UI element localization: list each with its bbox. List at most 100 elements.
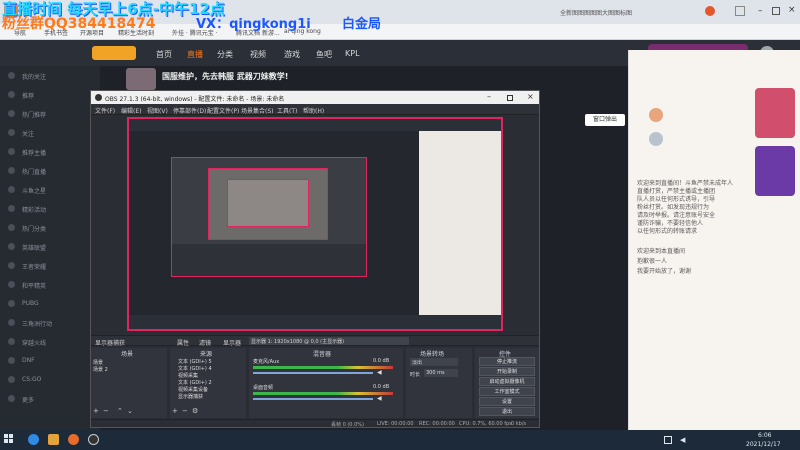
folder-taskbar-icon[interactable] — [48, 434, 59, 445]
source-item[interactable]: 文本 (GDI+) 5 — [178, 358, 212, 365]
rank-avatar — [649, 132, 663, 146]
properties-button[interactable]: 属性 — [177, 338, 189, 347]
sidebar-item-icon — [8, 129, 15, 136]
remove-source-icon[interactable]: − — [182, 407, 188, 415]
menu-help[interactable]: 帮助(H) — [303, 106, 324, 115]
popout-window-button[interactable]: 窗口弹出 — [585, 114, 625, 126]
stop-streaming-button[interactable]: 停止推流 — [479, 357, 535, 366]
volume-icon[interactable]: ◀ — [680, 436, 685, 444]
studio-mode-button[interactable]: 工作室模式 — [479, 387, 535, 396]
sidebar-item[interactable]: 热门推荐 — [22, 110, 46, 119]
move-up-icon[interactable]: ⌃ — [117, 407, 123, 415]
obs-preview[interactable] — [127, 117, 503, 331]
sidebar-item[interactable]: 我的关注 — [22, 72, 46, 81]
chat-message: 我要开始放了，谢谢 — [637, 268, 692, 275]
source-item[interactable]: 视频采集 — [178, 372, 198, 379]
sidebar-item[interactable]: 穿越火线 — [22, 338, 46, 347]
obs-taskbar-icon[interactable] — [88, 434, 99, 445]
menu-profile[interactable]: 配置文件(P) — [207, 106, 239, 115]
volume-slider[interactable] — [253, 398, 373, 400]
sidebar-item[interactable]: 更多 — [22, 395, 34, 404]
source-item[interactable]: 文本 (GDI+) 2 — [178, 379, 212, 386]
clock-time[interactable]: 6:06 — [758, 432, 771, 439]
sidebar-item[interactable]: 推荐 — [22, 91, 34, 100]
sidebar-item[interactable]: 精彩活动 — [22, 205, 46, 214]
notification-icon[interactable] — [705, 6, 715, 16]
menu-tools[interactable]: 工具(T) — [277, 106, 297, 115]
browser-taskbar-icon[interactable] — [28, 434, 39, 445]
site-logo[interactable] — [92, 46, 136, 60]
clock-date[interactable]: 2021/12/17 — [746, 441, 781, 448]
menu-docks[interactable]: 停靠部件(D) — [173, 106, 206, 115]
source-settings-icon[interactable]: ⚙ — [192, 407, 198, 415]
obs-close-icon[interactable]: × — [527, 92, 534, 101]
filters-button[interactable]: 滤镜 — [199, 338, 211, 347]
display-select[interactable]: 显示器 1: 1920x1080 @ 0,0 (主显示器) — [249, 337, 409, 345]
menu-edit[interactable]: 编辑(E) — [121, 106, 141, 115]
remove-scene-icon[interactable]: − — [103, 407, 109, 415]
sidebar-item[interactable]: 和平精英 — [22, 281, 46, 290]
start-recording-button[interactable]: 开始录制 — [479, 367, 535, 376]
sidebar-item[interactable]: 王者荣耀 — [22, 262, 46, 271]
gift-promo[interactable] — [755, 88, 795, 138]
obs-status-bar: 丢帧 0 (0.0%) LIVE: 00:00:00 REC: 00:00:00… — [91, 419, 539, 428]
settings-button[interactable]: 设置 — [479, 397, 535, 406]
nav-home[interactable]: 首页 — [156, 49, 172, 60]
obs-maximize-icon[interactable] — [507, 95, 513, 101]
source-item[interactable]: 视频采集设备 — [178, 386, 208, 393]
nav-yuba[interactable]: 鱼吧 — [316, 49, 332, 60]
chat-header — [637, 68, 747, 80]
menu-file[interactable]: 文件(F) — [95, 106, 115, 115]
sidebar-item[interactable]: CS:GO — [22, 376, 41, 383]
duration-input[interactable]: 300 ms — [424, 369, 458, 377]
cpu-usage: CPU: 0.7%, 60.00 fps — [459, 421, 512, 427]
nav-category[interactable]: 分类 — [217, 49, 233, 60]
speaker-icon[interactable]: ◀ — [377, 395, 382, 402]
sidebar-item[interactable]: 关注 — [22, 129, 34, 138]
nav-live[interactable]: 直播 — [187, 49, 203, 60]
scenes-dock: 场景 场景 场景 2 + − ⌃ ⌄ — [91, 348, 167, 418]
app-taskbar-icon[interactable] — [68, 434, 79, 445]
virtual-camera-button[interactable]: 启动虚拟摄像机 — [479, 377, 535, 386]
add-scene-icon[interactable]: + — [93, 407, 99, 415]
sidebar-item[interactable]: PUBG — [22, 300, 39, 307]
sidebar-item[interactable]: 斗鱼之星 — [22, 186, 46, 195]
sidebar-item[interactable]: 热门直播 — [22, 167, 46, 176]
sidebar-item[interactable]: 三角洲行动 — [22, 319, 52, 328]
windows-start-icon[interactable] — [4, 434, 14, 444]
network-icon[interactable] — [664, 436, 672, 444]
controls-dock: 控件 停止推流 开始录制 启动虚拟摄像机 工作室模式 设置 退出 — [475, 348, 539, 418]
sidebar-item[interactable]: DNF — [22, 357, 35, 364]
nav-kpl[interactable]: KPL — [345, 49, 360, 58]
scene-item[interactable]: 场景 2 — [93, 366, 108, 373]
gift-promo[interactable] — [755, 146, 795, 196]
sidebar-item[interactable]: 英雄联盟 — [22, 243, 46, 252]
scene-item[interactable]: 场景 — [93, 359, 103, 366]
menu-scene-collection[interactable]: 场景集合(S) — [241, 106, 274, 115]
source-item[interactable]: 显示器捕获 — [178, 393, 203, 400]
minimize-icon[interactable]: – — [758, 6, 763, 16]
sidebar-item-icon — [8, 357, 15, 364]
overlay-rank-text: 白金局 — [342, 17, 382, 32]
source-item[interactable]: 文本 (GDI+) 4 — [178, 365, 212, 372]
obs-source-toolbar: 显示器捕获 属性 滤镜 显示器 显示器 1: 1920x1080 @ 0,0 (… — [91, 335, 539, 347]
add-source-icon[interactable]: + — [172, 407, 178, 415]
transition-select[interactable]: 淡出 — [410, 358, 458, 366]
maximize-icon[interactable] — [772, 7, 780, 15]
sidebar-item[interactable]: 热门分类 — [22, 224, 46, 233]
obs-minimize-icon[interactable]: – — [487, 92, 491, 101]
close-icon[interactable]: × — [788, 5, 796, 15]
nav-video[interactable]: 视频 — [250, 49, 266, 60]
speaker-icon[interactable]: ◀ — [377, 369, 382, 376]
streamer-avatar[interactable] — [126, 68, 156, 90]
exit-button[interactable]: 退出 — [479, 407, 535, 416]
chat-panel: 欢迎来到直播间！斗鱼严禁未成年人 直播打赏，严禁主播或主播团 队人员以任何形式诱导，… — [628, 50, 800, 430]
volume-slider[interactable] — [253, 372, 373, 374]
sidebar-item-icon — [8, 91, 15, 98]
nav-game[interactable]: 游戏 — [284, 49, 300, 60]
menu-icon[interactable] — [735, 6, 745, 16]
move-down-icon[interactable]: ⌄ — [127, 407, 133, 415]
display-button[interactable]: 显示器 — [223, 338, 241, 347]
menu-view[interactable]: 视图(V) — [147, 106, 168, 115]
sidebar-item[interactable]: 推荐主播 — [22, 148, 46, 157]
